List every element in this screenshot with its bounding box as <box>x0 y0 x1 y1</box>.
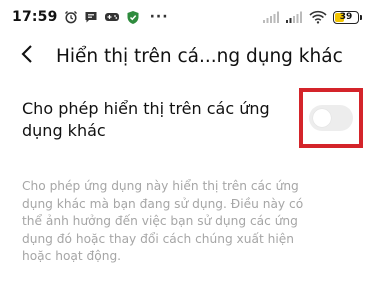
setting-row-display-over-apps[interactable]: Cho phép hiển thị trên các ứng dụng khác <box>22 88 363 158</box>
battery-icon: 39 <box>333 10 362 24</box>
header: Hiển thị trên cá...ng dụng khác <box>0 38 373 74</box>
display-over-apps-toggle[interactable] <box>309 105 353 131</box>
wifi-icon <box>309 10 327 24</box>
toggle-knob <box>313 109 331 127</box>
setting-description: Cho phép ứng dụng này hiển thị trên các … <box>22 179 304 263</box>
status-left: 17:59 ··· <box>12 9 169 25</box>
shield-icon <box>126 10 140 25</box>
signal-icon <box>263 11 280 23</box>
back-button[interactable] <box>0 38 56 74</box>
game-controller-icon <box>104 10 120 24</box>
battery-level: 39 <box>339 11 353 22</box>
toggle-highlight-box <box>299 88 363 148</box>
status-bar: 17:59 ··· 39 <box>0 0 373 34</box>
page-title: Hiển thị trên cá...ng dụng khác <box>56 45 343 67</box>
alarm-icon <box>64 10 78 24</box>
chevron-left-icon <box>20 44 34 68</box>
status-right: 39 <box>263 10 362 24</box>
status-time: 17:59 <box>12 9 58 25</box>
battery-tip <box>360 14 362 20</box>
signal-icon-2 <box>286 11 303 23</box>
message-icon <box>84 10 98 24</box>
more-indicator: ··· <box>149 9 169 25</box>
setting-label: Cho phép hiển thị trên các ứng dụng khác <box>22 99 270 140</box>
screen: 17:59 ··· 39 Hiển thị trên cá...ng dụng … <box>0 0 373 283</box>
